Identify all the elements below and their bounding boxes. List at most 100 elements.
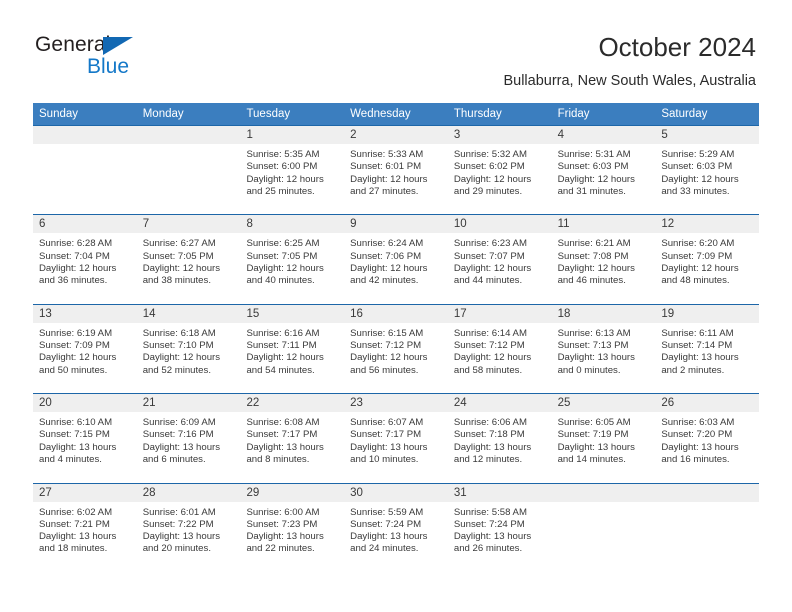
sunrise-text: Sunrise: 6:05 AM — [557, 417, 631, 429]
day-number: 19 — [655, 304, 760, 323]
logo-text-blue: Blue — [87, 55, 130, 78]
daylight-text: Daylight: 13 hours — [350, 531, 428, 543]
day-number: 27 — [33, 483, 137, 502]
dow-tuesday: Tuesday — [246, 108, 291, 120]
day-number: 28 — [136, 483, 241, 502]
calendar-day-cell[interactable]: 5 Sunrise: 5:29 AM Sunset: 6:03 PM Daylight… — [655, 125, 760, 215]
day-details: Sunrise: 5:58 AM Sunset: 7:24 PM Daylight:… — [448, 502, 552, 556]
daylight-text: Daylight: 12 hours — [661, 262, 739, 274]
calendar-day-cell[interactable]: 3 Sunrise: 5:32 AM Sunset: 6:02 PM Daylight… — [447, 125, 552, 215]
sunset-text: Sunset: 6:02 PM — [453, 161, 525, 173]
daylight-text: and 44 minutes. — [453, 275, 523, 287]
sunrise-text: Sunrise: 6:25 AM — [246, 238, 320, 250]
calendar-day-cell[interactable]: 13 Sunrise: 6:19 AM Sunset: 7:09 PM Dayligh… — [33, 303, 137, 394]
calendar-day-cell[interactable]: 19 Sunrise: 6:11 AM Sunset: 7:14 PM Dayligh… — [655, 303, 760, 394]
calendar-day-cell[interactable]: 12 Sunrise: 6:20 AM Sunset: 7:09 PM Dayligh… — [655, 214, 760, 304]
daylight-text: Daylight: 12 hours — [557, 262, 635, 274]
sunrise-text: Sunrise: 5:29 AM — [661, 149, 735, 160]
calendar-day-cell[interactable]: 24 Sunrise: 6:06 AM Sunset: 7:18 PM Dayligh… — [447, 393, 552, 483]
sunset-text: Sunset: 7:04 PM — [39, 250, 110, 262]
sunrise-text: Sunrise: 5:58 AM — [453, 506, 527, 518]
day-number — [136, 126, 241, 144]
sunrise-text: Sunrise: 5:31 AM — [557, 149, 631, 160]
daylight-text: and 33 minutes. — [661, 185, 730, 197]
calendar-day-cell[interactable]: 2 Sunrise: 5:33 AM Sunset: 6:01 PM Daylight… — [344, 125, 448, 215]
sunrise-text: Sunrise: 6:02 AM — [39, 506, 113, 518]
logo-triangle-icon — [103, 37, 133, 55]
calendar-day-cell[interactable]: 28 Sunrise: 6:01 AM Sunset: 7:22 PM Dayligh… — [136, 482, 241, 572]
daylight-text: and 8 minutes. — [246, 454, 310, 466]
title-block: October 2024 Bullaburra, New South Wales… — [503, 32, 756, 90]
sunset-text: Sunset: 7:09 PM — [39, 340, 110, 352]
day-details: Sunrise: 5:33 AM Sunset: 6:01 PM Daylight:… — [344, 144, 448, 198]
calendar-day-cell[interactable]: 11 Sunrise: 6:21 AM Sunset: 7:08 PM Dayligh… — [551, 214, 656, 304]
calendar-day-cell[interactable]: 25 Sunrise: 6:05 AM Sunset: 7:19 PM Dayligh… — [551, 393, 656, 483]
day-details: Sunrise: 6:14 AM Sunset: 7:12 PM Daylight:… — [448, 323, 552, 377]
day-number: 8 — [240, 215, 345, 234]
sunrise-text: Sunrise: 6:15 AM — [350, 327, 424, 339]
calendar-day-cell[interactable]: 14 Sunrise: 6:18 AM Sunset: 7:10 PM Dayligh… — [136, 303, 241, 394]
daylight-text: and 36 minutes. — [39, 275, 108, 287]
sunset-text: Sunset: 7:12 PM — [350, 340, 422, 352]
day-number: 6 — [33, 215, 137, 234]
daylight-text: and 27 minutes. — [350, 185, 419, 197]
calendar-day-cell[interactable]: 29 Sunrise: 6:00 AM Sunset: 7:23 PM Dayligh… — [240, 482, 345, 572]
day-details: Sunrise: 6:19 AM Sunset: 7:09 PM Daylight:… — [33, 323, 137, 377]
daylight-text: and 24 minutes. — [350, 543, 419, 555]
day-number: 22 — [240, 394, 345, 413]
calendar-day-cell[interactable]: 31 Sunrise: 5:58 AM Sunset: 7:24 PM Dayligh… — [447, 482, 552, 572]
calendar-day-cell[interactable]: 16 Sunrise: 6:15 AM Sunset: 7:12 PM Dayligh… — [344, 303, 448, 394]
daylight-text: and 54 minutes. — [246, 364, 315, 376]
daylight-text: and 46 minutes. — [557, 275, 626, 287]
sunrise-text: Sunrise: 6:00 AM — [246, 506, 320, 518]
page-header: General Blue October 2024 Bullaburra, Ne… — [0, 0, 792, 103]
sunrise-text: Sunrise: 6:11 AM — [661, 327, 734, 339]
day-number: 15 — [240, 304, 345, 323]
day-details: Sunrise: 5:32 AM Sunset: 6:02 PM Daylight:… — [448, 144, 552, 198]
day-number: 3 — [447, 126, 552, 144]
day-details: Sunrise: 6:18 AM Sunset: 7:10 PM Daylight:… — [137, 323, 241, 377]
calendar-weeks: 1 Sunrise: 5:35 AM Sunset: 6:00 PM Daylight… — [33, 125, 760, 572]
sunset-text: Sunset: 7:09 PM — [661, 250, 733, 262]
calendar-day-cell[interactable]: 10 Sunrise: 6:23 AM Sunset: 7:07 PM Dayligh… — [447, 214, 552, 304]
sunset-text: Sunset: 7:08 PM — [557, 250, 629, 262]
calendar-day-cell[interactable]: 17 Sunrise: 6:14 AM Sunset: 7:12 PM Dayligh… — [447, 303, 552, 394]
calendar-day-cell[interactable]: 6 Sunrise: 6:28 AM Sunset: 7:04 PM Daylight… — [33, 214, 137, 304]
calendar-day-cell[interactable]: 27 Sunrise: 6:02 AM Sunset: 7:21 PM Dayligh… — [33, 482, 137, 572]
day-details: Sunrise: 5:31 AM Sunset: 6:03 PM Daylight:… — [552, 144, 656, 198]
day-number: 20 — [33, 394, 137, 413]
daylight-text: Daylight: 12 hours — [350, 173, 428, 185]
day-details: Sunrise: 6:01 AM Sunset: 7:22 PM Daylight:… — [137, 502, 241, 556]
calendar-day-cell[interactable]: 8 Sunrise: 6:25 AM Sunset: 7:05 PM Daylight… — [240, 214, 345, 304]
calendar-day-cell[interactable]: 23 Sunrise: 6:07 AM Sunset: 7:17 PM Dayligh… — [344, 393, 448, 483]
sunrise-text: Sunrise: 6:28 AM — [39, 238, 113, 250]
daylight-text: Daylight: 12 hours — [246, 173, 324, 185]
daylight-text: Daylight: 13 hours — [142, 531, 221, 543]
sunset-text: Sunset: 7:07 PM — [453, 250, 525, 262]
sunset-text: Sunset: 6:03 PM — [557, 161, 629, 173]
calendar-day-cell[interactable]: 15 Sunrise: 6:16 AM Sunset: 7:11 PM Dayligh… — [240, 303, 345, 394]
calendar-day-cell[interactable]: 9 Sunrise: 6:24 AM Sunset: 7:06 PM Daylight… — [344, 214, 448, 304]
calendar-day-cell[interactable]: 22 Sunrise: 6:08 AM Sunset: 7:17 PM Dayligh… — [240, 393, 345, 483]
calendar-day-cell[interactable]: 4 Sunrise: 5:31 AM Sunset: 6:03 PM Daylight… — [551, 125, 656, 215]
sunset-text: Sunset: 7:11 PM — [246, 340, 317, 352]
day-details: Sunrise: 5:59 AM Sunset: 7:24 PM Daylight:… — [344, 502, 448, 556]
calendar-day-cell[interactable]: 30 Sunrise: 5:59 AM Sunset: 7:24 PM Dayligh… — [344, 482, 448, 572]
day-details: Sunrise: 6:03 AM Sunset: 7:20 PM Daylight:… — [655, 412, 759, 466]
page-title: October 2024 — [598, 32, 756, 62]
dow-thursday: Thursday — [453, 108, 502, 120]
calendar-day-cell[interactable]: 21 Sunrise: 6:09 AM Sunset: 7:16 PM Dayligh… — [136, 393, 241, 483]
calendar-day-cell[interactable]: 26 Sunrise: 6:03 AM Sunset: 7:20 PM Dayligh… — [655, 393, 760, 483]
calendar-day-cell[interactable]: 1 Sunrise: 5:35 AM Sunset: 6:00 PM Daylight… — [240, 125, 345, 215]
calendar-day-cell[interactable]: 18 Sunrise: 6:13 AM Sunset: 7:13 PM Dayligh… — [551, 303, 656, 394]
calendar-day-cell[interactable]: 20 Sunrise: 6:10 AM Sunset: 7:15 PM Dayligh… — [33, 393, 137, 483]
dow-monday: Monday — [142, 108, 184, 120]
calendar-day-cell[interactable]: 7 Sunrise: 6:27 AM Sunset: 7:05 PM Daylight… — [136, 214, 241, 304]
sunset-text: Sunset: 7:24 PM — [350, 518, 422, 530]
day-number: 26 — [655, 394, 760, 413]
daylight-text: Daylight: 13 hours — [453, 531, 532, 543]
day-details: Sunrise: 6:02 AM Sunset: 7:21 PM Daylight:… — [33, 502, 137, 556]
sunset-text: Sunset: 7:13 PM — [557, 340, 629, 352]
daylight-text: Daylight: 12 hours — [453, 262, 532, 274]
sunrise-text: Sunrise: 6:18 AM — [142, 327, 216, 339]
